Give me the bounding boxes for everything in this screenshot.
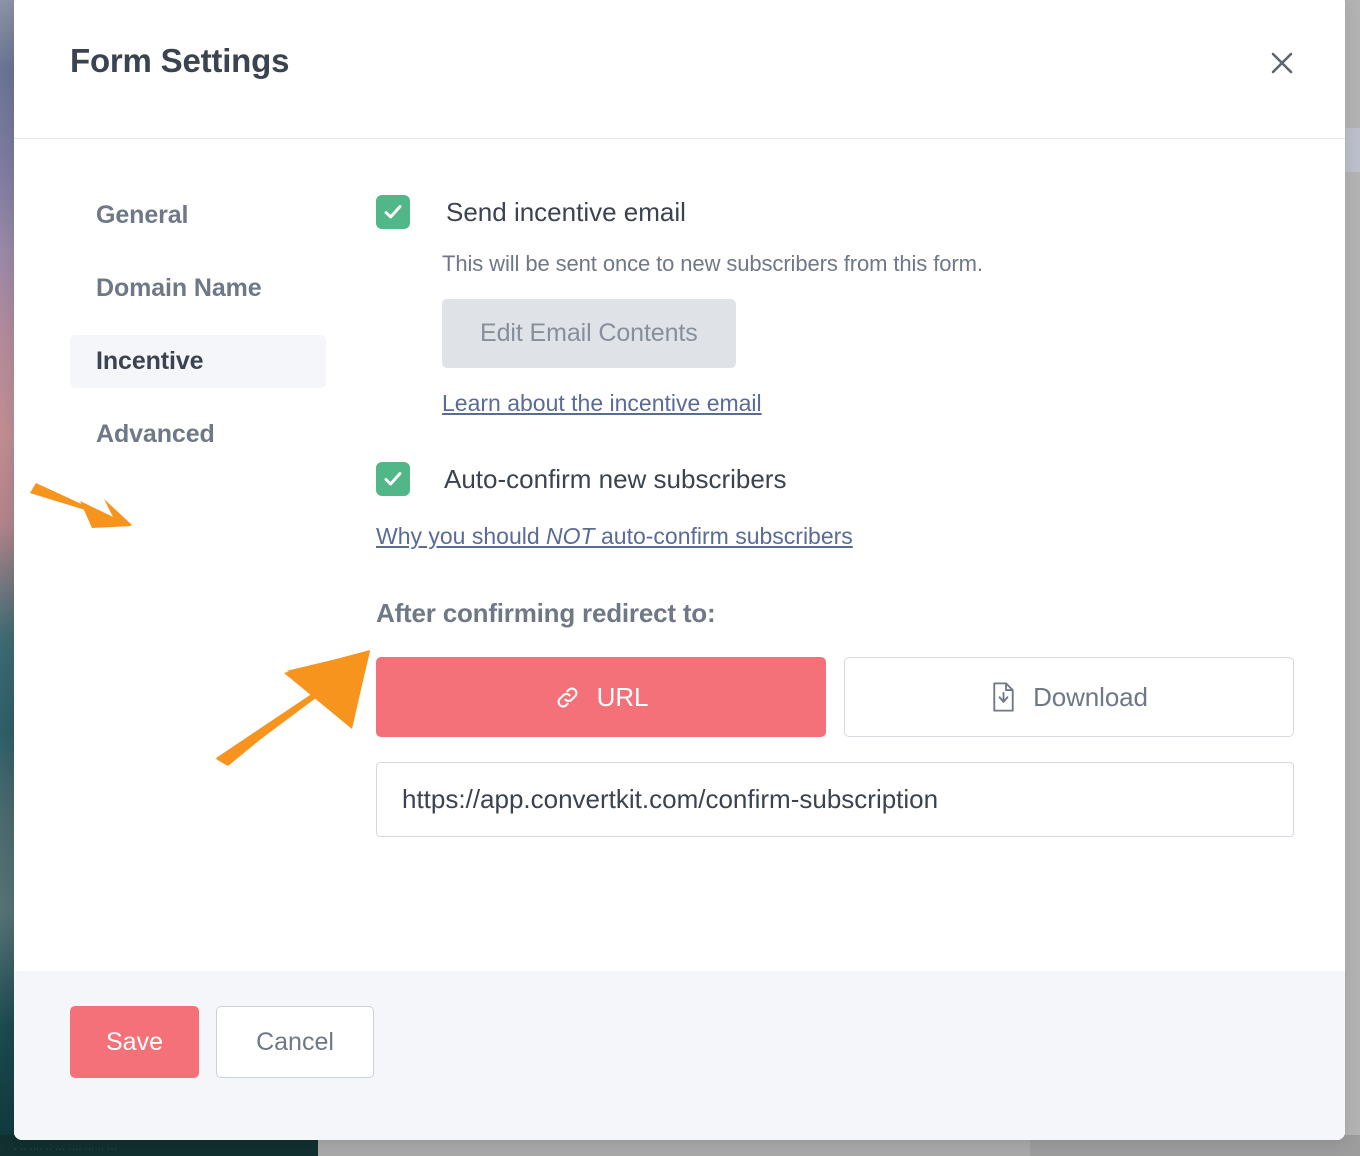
cancel-button[interactable]: Cancel [216,1006,374,1078]
send-incentive-email-help-text: This will be sent once to new subscriber… [442,251,983,276]
sidebar-item-incentive[interactable]: Incentive [70,335,326,388]
send-incentive-email-checkbox[interactable] [376,195,410,229]
footer-button-group: Save Cancel [70,1006,374,1078]
close-icon [1269,50,1295,76]
close-button[interactable] [1265,46,1299,80]
why-not-auto-confirm-link[interactable]: Why you should NOT auto-confirm subscrib… [376,523,853,550]
auto-confirm-subscribers-label: Auto-confirm new subscribers [444,464,787,494]
redirect-type-download-label: Download [1033,681,1148,712]
link-icon [554,684,581,711]
modal-footer: Save Cancel [14,971,1345,1140]
background-gradient-strip [0,0,14,1140]
sidebar-item-general[interactable]: General [70,189,326,242]
why-link-suffix: auto-confirm subscribers [594,523,853,549]
redirect-url-input[interactable] [376,762,1294,837]
modal-body: General Domain Name Incentive Advanced S… [14,139,1345,971]
redirect-type-button-group: URL Download [376,657,1316,737]
why-link-emphasis: NOT [546,523,595,549]
learn-about-incentive-email-link[interactable]: Learn about the incentive email [442,390,762,417]
checkmark-icon [382,201,404,223]
auto-confirm-subscribers-row: Auto-confirm new subscribers [376,462,1316,496]
redirect-type-download-button[interactable]: Download [844,657,1294,737]
modal-header: Form Settings [14,0,1345,139]
edit-email-contents-button[interactable]: Edit Email Contents [442,299,736,368]
background-scrollbar-chip [1345,128,1360,172]
page-title: Form Settings [70,42,290,79]
auto-confirm-subscribers-checkbox[interactable] [376,462,410,496]
redirect-type-url-label: URL [596,681,649,712]
incentive-settings-panel: Send incentive email This will be sent o… [376,139,1316,837]
sidebar-item-advanced[interactable]: Advanced [70,408,326,461]
send-incentive-email-label: Send incentive email [446,197,686,227]
file-download-icon [990,682,1017,712]
redirect-type-url-button[interactable]: URL [376,657,826,737]
arrow-pointing-to-incentive-tab [30,483,132,528]
why-link-prefix: Why you should [376,523,547,549]
form-settings-modal: Form Settings General Domain Name Incent… [14,0,1345,1140]
send-incentive-email-row: Send incentive email [376,195,1316,229]
background-status-bar-left-text: · ·· ···· ·· ··· ···· ··· ·· ··· [14,1146,118,1153]
checkmark-icon [382,468,404,490]
save-button[interactable]: Save [70,1006,199,1078]
settings-sidebar-nav: General Domain Name Incentive Advanced [70,189,326,481]
arrow-pointing-to-auto-confirm-checkbox [216,650,370,766]
sidebar-item-domain-name[interactable]: Domain Name [70,262,326,315]
redirect-section-heading: After confirming redirect to: [376,598,716,628]
